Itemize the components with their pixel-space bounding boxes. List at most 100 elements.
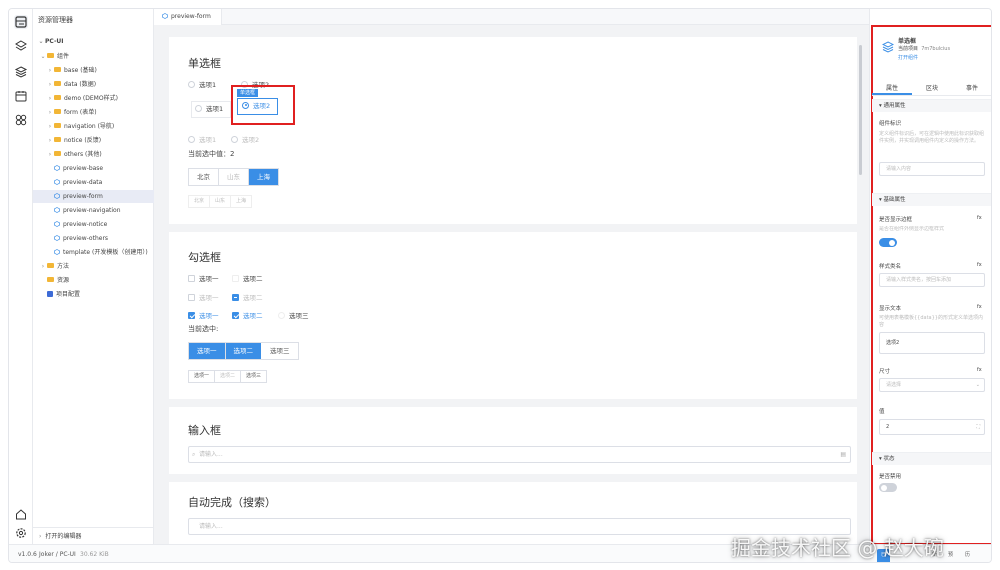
tree-file[interactable]: preview-base [33, 162, 154, 175]
tree-folder[interactable]: › data (数据) [33, 78, 154, 91]
show-border-hint: 是否在组件外侧显示边框样式 [879, 226, 945, 232]
tree-item-label: base (基础) [64, 67, 97, 74]
radio-button[interactable]: 上海 [249, 169, 278, 185]
tab-properties[interactable]: 属性 [872, 82, 912, 95]
tree-folder[interactable]: › notice (反馈) [33, 134, 154, 147]
tab-events[interactable]: 事件 [952, 82, 991, 95]
checkbox-option[interactable]: 选项一 [188, 273, 219, 283]
checkbox-button-group: 选项一 选项二 选项三 [188, 342, 299, 360]
layers-icon[interactable] [14, 65, 28, 79]
tree-folder[interactable]: › demo (DEMO样式) [33, 92, 154, 105]
tab-blocks[interactable]: 区块 [912, 82, 952, 95]
disabled-toggle[interactable] [879, 483, 897, 492]
explorer-icon[interactable] [14, 15, 28, 29]
open-editors[interactable]: › 打开的编辑器 [33, 527, 154, 544]
chevron-right-icon: › [48, 67, 52, 74]
radio-option[interactable]: 选项1 [188, 79, 216, 89]
tree-folder[interactable]: › form (表单) [33, 106, 154, 119]
radio-button[interactable]: 山东 [210, 196, 232, 207]
class-name-input[interactable]: 请输入样式类名，按回车添加 [879, 273, 985, 287]
chevron-right-icon: › [48, 95, 52, 102]
checkbox-label: 选项三 [289, 312, 309, 320]
radio-option-label: 选项1 [199, 136, 217, 144]
general-group-header[interactable]: ▾ 通用属性 [872, 99, 991, 112]
tab-preview-form[interactable]: preview-form [154, 9, 222, 25]
checkbox-button[interactable]: 选项一 [189, 343, 226, 359]
checkbox-option[interactable]: 选项二 [232, 273, 263, 283]
tree-folder[interactable]: › others (其他) [33, 148, 154, 161]
watermark: 掘金技术社区 @ 赵大碗 [731, 536, 944, 560]
chevron-down-icon: ⌄ [40, 53, 46, 60]
tree-folder[interactable]: ⌄ 组件 [33, 50, 154, 63]
component-id-label: 组件标识 [879, 121, 902, 127]
tree-config[interactable]: 项目配置 [33, 288, 154, 301]
general-group-label: 通用属性 [883, 103, 906, 109]
show-border-toggle[interactable] [879, 238, 897, 247]
fx-button[interactable]: fx [977, 215, 982, 221]
component-id-input[interactable]: 请输入内容 [879, 162, 985, 176]
vertical-scrollbar[interactable] [859, 45, 862, 175]
tree-folder[interactable]: › base (基础) [33, 64, 154, 77]
checkbox-button[interactable]: 选项三 [262, 343, 298, 359]
display-text-hint: 可使用表格模板{{data}}的形式定义单选项内容 [879, 315, 983, 328]
radio-section-title: 单选框 [188, 57, 221, 70]
size-select[interactable]: 请选择 ⌄ [879, 378, 985, 392]
checkbox-checked-icon [232, 311, 239, 319]
checkbox-button[interactable]: 选项二 [225, 343, 262, 359]
autocomplete-placeholder: 请输入... [199, 523, 223, 530]
component-id-placeholder: 请输入内容 [886, 166, 912, 172]
radio-border-option[interactable]: 选项1 [191, 101, 231, 118]
tree-folder[interactable]: 资源 [33, 274, 154, 287]
checkbox-button[interactable]: 选项二 [215, 371, 242, 382]
radio-button[interactable]: 山东 [219, 169, 249, 185]
calendar-icon[interactable] [14, 89, 28, 103]
tree-file[interactable]: preview-data [33, 176, 154, 189]
tree-file[interactable]: preview-form [33, 190, 154, 203]
chevron-right-icon: › [48, 123, 52, 130]
stack-icon[interactable] [14, 39, 28, 53]
tree-file[interactable]: template (开发模板（创建用）) [33, 246, 154, 259]
checkbox-button[interactable]: 选项一 [189, 371, 216, 382]
fx-button[interactable]: fx [977, 262, 982, 268]
open-component-link[interactable]: 打开组件 [898, 54, 918, 61]
fx-button[interactable]: fx [977, 367, 982, 373]
home-icon[interactable] [14, 507, 28, 521]
checkbox-indeterminate-icon [232, 293, 239, 301]
basic-group-header[interactable]: ▾ 基础属性 [872, 193, 991, 206]
checkbox-icon [278, 311, 285, 319]
settings-icon[interactable] [14, 526, 28, 540]
radio-button[interactable]: 北京 [189, 196, 211, 207]
radio-option-label: 选项2 [242, 136, 260, 144]
folder-icon [47, 277, 54, 282]
value-input[interactable]: 2 ⛶ [879, 419, 985, 435]
tree-item-label: demo (DEMO样式) [64, 95, 118, 102]
chevron-down-icon: ⌄ [38, 38, 44, 45]
apps-icon[interactable] [14, 113, 28, 127]
section-divider [169, 224, 857, 232]
checkbox-option[interactable]: 选项二 [232, 310, 263, 320]
state-group-header[interactable]: ▾ 状态 [872, 452, 991, 465]
radio-button[interactable]: 北京 [189, 169, 219, 185]
checkbox-option[interactable]: 选项三 [278, 310, 309, 320]
tree-file[interactable]: preview-notice [33, 218, 154, 231]
tree-file[interactable]: preview-navigation [33, 204, 154, 217]
chevron-right-icon: › [39, 533, 42, 540]
radio-button[interactable]: 上海 [231, 196, 252, 207]
project-root[interactable]: ⌄PC-UI [33, 35, 154, 48]
history-button[interactable]: 历史 [965, 549, 970, 562]
tree-folder[interactable]: › navigation (导航) [33, 120, 154, 133]
checkbox-button[interactable]: 选项三 [241, 371, 267, 382]
checkbox-disabled-option: 选项一 [188, 292, 219, 302]
autocomplete-section-title: 自动完成（搜索） [188, 496, 276, 509]
fx-button[interactable]: fx [977, 304, 982, 310]
folder-icon [47, 263, 54, 268]
checkbox-option[interactable]: 选项一 [188, 310, 219, 320]
display-text-input[interactable]: 选项2 [879, 332, 985, 354]
selected-radio-option[interactable]: 选项2 [237, 98, 278, 115]
text-input[interactable]: ⌕ 请输入... ▤ [188, 446, 851, 463]
tree-file[interactable]: preview-others [33, 232, 154, 245]
folder-icon [54, 95, 61, 100]
preview-button[interactable]: 预览 [948, 549, 953, 562]
tree-folder[interactable]: › 方法 [33, 260, 154, 273]
explorer-title: 资源管理器 [38, 16, 73, 24]
